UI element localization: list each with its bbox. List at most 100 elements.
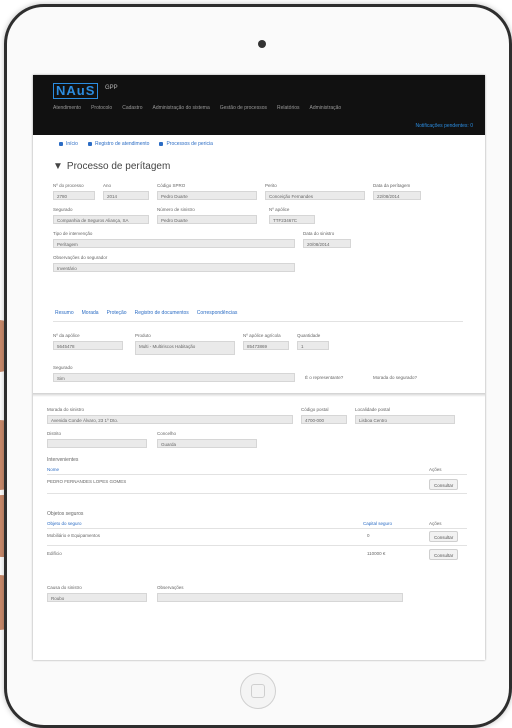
insured-object-value: 0	[367, 533, 370, 538]
panel-shadow	[33, 393, 485, 397]
consult-button[interactable]: Consultar	[429, 531, 459, 542]
insured-select[interactable]: Sim	[53, 373, 295, 382]
field-label: Segurado	[53, 207, 73, 212]
field-label: Nº do processo	[53, 183, 84, 188]
breadcrumb-label: Processos de pericia	[166, 141, 213, 147]
field-label: Observações	[157, 585, 184, 590]
code-field[interactable]: Pedro Duarte	[157, 191, 257, 200]
consult-button[interactable]: Consultar	[429, 479, 459, 490]
breadcrumb-item[interactable]: Registro de atendimento	[87, 141, 150, 147]
app-logo[interactable]: NAuS	[53, 83, 99, 99]
notifications-link[interactable]: Notificações pendentes: 0	[415, 123, 473, 129]
district-field[interactable]	[47, 439, 147, 448]
home-icon	[59, 142, 63, 146]
document-icon	[87, 142, 92, 146]
column-header: Ações	[429, 521, 442, 526]
claim-cause-field[interactable]: Roubo	[47, 593, 147, 602]
field-label: Nº da apólice	[53, 333, 80, 338]
field-label: Localidade postal	[355, 407, 391, 412]
nav-item[interactable]: Administração do sistema	[153, 105, 210, 111]
field-label: Morada do sinistro	[47, 407, 85, 412]
field-label: Produto	[135, 333, 151, 338]
field-label: Nº apólice agrícola	[243, 333, 281, 338]
insured-field[interactable]: Companhia de Seguros Aliança, SA	[53, 215, 149, 224]
policy-field[interactable]: 5645478	[53, 341, 123, 350]
page-title-text: Processo de perítagem	[66, 161, 171, 172]
tablet-screen: NAuS GPP Atendimento Protocolo Cadastro …	[33, 75, 485, 660]
postal-code-field[interactable]: 4700-000	[301, 415, 347, 424]
field-label: Ano	[103, 183, 112, 188]
process-number-field[interactable]: 2780	[53, 191, 95, 200]
breadcrumb-item[interactable]: Processos de pericia	[159, 141, 213, 147]
field-label: Observações do segurador	[53, 255, 108, 260]
breadcrumb: Início Registro de atendimento Processos…	[59, 141, 213, 147]
table-divider	[47, 545, 467, 546]
home-button[interactable]	[240, 673, 276, 709]
field-label: Número de sinistro	[157, 207, 195, 212]
tab-resumo[interactable]: Resumo	[55, 310, 74, 316]
field-label: Distrito	[47, 431, 62, 436]
detail-tabs: Resumo Morada Proteção Registro de docum…	[55, 310, 237, 316]
field-label: Código SPRO	[157, 183, 186, 188]
breadcrumb-item[interactable]: Início	[59, 141, 78, 147]
nav-item[interactable]: Relatórios	[277, 105, 300, 111]
field-label: Data do sinistro	[303, 231, 335, 236]
tab-correspondencias[interactable]: Correspondências	[197, 310, 238, 316]
breadcrumb-label: Início	[66, 141, 78, 147]
column-header[interactable]: Capital seguro	[363, 521, 392, 526]
nav-item[interactable]: Gestão de processos	[220, 105, 267, 111]
table-divider	[47, 474, 467, 475]
consult-button[interactable]: Consultar	[429, 549, 459, 560]
tab-morada[interactable]: Morada	[82, 310, 99, 316]
field-label: Perito	[265, 183, 277, 188]
field-label: Quantidade	[297, 333, 321, 338]
tab-protecao[interactable]: Proteção	[107, 310, 127, 316]
claim-address-field[interactable]: Avenida Conde Álvaro, 23 1º Dto.	[47, 415, 293, 424]
nav-item[interactable]: Cadastro	[122, 105, 142, 111]
nav-item[interactable]: Protocolo	[91, 105, 112, 111]
nav-menu: Atendimento Protocolo Cadastro Administr…	[53, 105, 341, 111]
breadcrumb-label: Registro de atendimento	[94, 141, 150, 147]
year-field[interactable]: 2014	[103, 191, 149, 200]
date-field[interactable]: 22/08/2014	[373, 191, 421, 200]
field-label: Concelho	[157, 431, 177, 436]
field-label: Nº apólice	[269, 207, 290, 212]
app-logo-sub: GPP	[105, 85, 118, 91]
field-label: Data da perítagem	[373, 183, 411, 188]
camera-icon	[258, 40, 266, 48]
insured-object-name: Edifício	[47, 551, 62, 556]
agri-policy-field[interactable]: 85473869	[243, 341, 289, 350]
section-title: Intervenientes	[47, 457, 79, 463]
notes-field[interactable]	[157, 593, 403, 602]
column-header[interactable]: Nome	[47, 467, 59, 472]
tabs-divider	[53, 321, 463, 322]
field-label: Causa do sinistro	[47, 585, 82, 590]
policy-number-field[interactable]: TTF23467C	[269, 215, 315, 224]
nav-item[interactable]: Atendimento	[53, 105, 81, 111]
insured-object-name: Mobiliário e Equipamentos	[47, 533, 101, 538]
nav-item[interactable]: Administração	[310, 105, 342, 111]
product-field[interactable]: Multi - Multiriscos Habitação	[135, 341, 235, 355]
field-label: Código postal	[301, 407, 329, 412]
folder-icon: ▼	[53, 161, 63, 172]
intervention-type-field[interactable]: Perítagem	[53, 239, 295, 248]
expert-field[interactable]: Conceição Fernandes	[265, 191, 365, 200]
tab-documentos[interactable]: Registro de documentos	[135, 310, 189, 316]
insured-object-value: 110000 €	[367, 551, 386, 556]
participant-name: PEDRO FERNANDES LOPES GOMES	[47, 479, 127, 484]
representative-option[interactable]: É o representante?	[305, 375, 343, 380]
table-divider	[47, 493, 467, 494]
field-label: Tipo de intervenção	[53, 231, 93, 236]
locality-field[interactable]: Lisboa Centro	[355, 415, 455, 424]
column-header: Ações	[429, 467, 442, 472]
column-header[interactable]: Objeto do seguro	[47, 521, 82, 526]
folder-icon	[159, 142, 164, 146]
county-field[interactable]: Guarda	[157, 439, 257, 448]
top-navbar: NAuS GPP Atendimento Protocolo Cadastro …	[33, 75, 485, 135]
field-label: Segurado	[53, 365, 73, 370]
quantity-field[interactable]: 1	[297, 341, 329, 350]
claim-number-field[interactable]: Pedro Duarte	[157, 215, 257, 224]
insured-address-option[interactable]: Morada do segurado?	[373, 375, 417, 380]
claim-date-field[interactable]: 20/08/2014	[303, 239, 351, 248]
insurer-notes-field[interactable]: Inventário	[53, 263, 295, 272]
